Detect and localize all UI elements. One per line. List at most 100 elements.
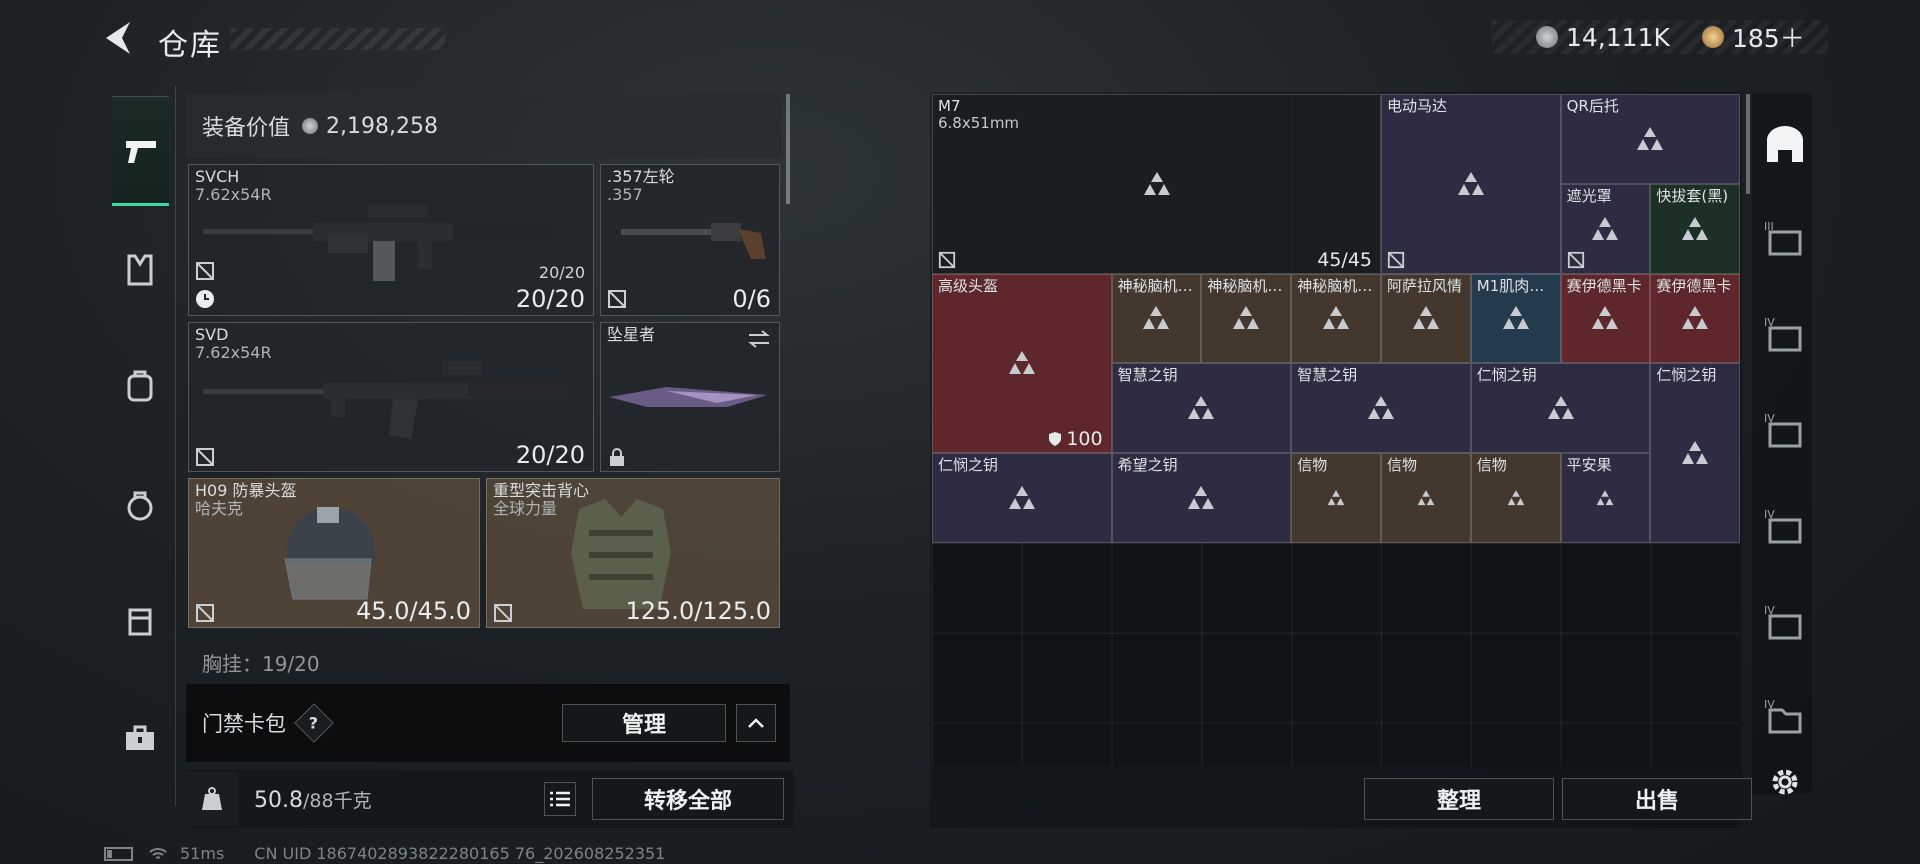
storage-item[interactable]: 希望之钥 (1111, 453, 1292, 543)
collapse-button[interactable] (736, 704, 776, 742)
storage-item[interactable]: 高级头盔 100 (932, 273, 1112, 454)
help-glyph: ? (309, 713, 319, 733)
tier-3-case-icon: III (1764, 220, 1802, 256)
manage-button[interactable]: 管理 (562, 704, 726, 742)
storage-tab-main[interactable] (1758, 116, 1812, 172)
gear-icon (1772, 769, 1798, 795)
storage-item[interactable]: M7 6.8x51mm 45/45 (932, 94, 1381, 274)
item-name: 仁悯之钥 (1476, 366, 1537, 385)
storage-item[interactable]: 神秘脑机… (1201, 273, 1292, 364)
nav-tab-armor[interactable] (112, 242, 168, 298)
tier-4-case-icon: IV (1764, 316, 1802, 352)
storage-item[interactable]: 神秘脑机… (1111, 273, 1202, 364)
item-name: 遮光罩 (1566, 186, 1612, 205)
item-placeholder-icon (1008, 351, 1035, 375)
storage-tab-4b[interactable]: IV (1758, 402, 1812, 458)
armor-rating: 100 (1048, 428, 1103, 450)
weapon-name: SVCH (195, 167, 240, 186)
toolbox-icon (126, 725, 154, 750)
nav-tab-bag[interactable] (112, 478, 168, 534)
unsecured-icon (1567, 251, 1584, 268)
item-name: 高级头盔 (938, 276, 999, 295)
equipment-scrollbar[interactable] (786, 94, 790, 204)
storage-item[interactable]: 信物 (1291, 453, 1381, 543)
swap-icon[interactable] (747, 329, 771, 349)
storage-grid[interactable]: M7 6.8x51mm 45/45 电动马达 QR后托遮光罩 快拔套(黑) 高级头盔 100 神… (932, 94, 1740, 766)
storage-tab-3[interactable]: III (1758, 210, 1812, 266)
nav-tab-toolbox[interactable] (112, 710, 168, 766)
item-placeholder-icon (1327, 490, 1345, 506)
unsecured-icon (196, 604, 214, 622)
item-placeholder-icon (1682, 306, 1709, 330)
storage-tab-4a[interactable]: IV (1758, 306, 1812, 362)
armor-card[interactable]: 重型突击背心 全球力量 125.0/125.0 (486, 478, 780, 628)
storage-item[interactable]: QR后托 (1560, 94, 1740, 184)
storage-item[interactable]: 仁悯之钥 (1650, 363, 1740, 543)
storage-item[interactable]: 仁悯之钥 (932, 453, 1112, 543)
unsecured-icon (196, 448, 214, 466)
storage-item[interactable]: 阿萨拉风情 (1381, 273, 1471, 364)
item-name: 希望之钥 (1117, 456, 1178, 475)
storage-item[interactable]: 仁悯之钥 (1470, 363, 1651, 454)
item-name: 仁悯之钥 (1656, 366, 1717, 385)
primary-weapon-card[interactable]: SVCH 7.62x54R 20/20 20/20 (188, 164, 594, 316)
storage-item[interactable]: 智慧之钥 (1291, 363, 1471, 454)
item-placeholder-icon (1143, 306, 1170, 330)
help-icon[interactable]: ? (294, 703, 334, 743)
helmet-card[interactable]: H09 防暴头盔 哈夫克 45.0/45.0 (188, 478, 480, 628)
storage-item[interactable]: 神秘脑机… (1291, 273, 1381, 364)
item-name: 信物 (1297, 456, 1328, 475)
storage-tab-4e[interactable]: IV (1758, 688, 1812, 744)
uid-text: CN UID 1867402893822280165 76_2026082523… (254, 844, 666, 863)
storage-item[interactable]: 智慧之钥 (1111, 363, 1292, 454)
item-name: 赛伊德黑卡 (1566, 276, 1642, 295)
settings-button[interactable] (1758, 754, 1812, 810)
sell-button[interactable]: 出售 (1562, 778, 1752, 820)
revolver-image (621, 223, 766, 259)
wifi-icon (149, 847, 167, 859)
transfer-all-button[interactable]: 转移全部 (592, 778, 784, 820)
storage-item[interactable]: 赛伊德黑卡 (1650, 273, 1740, 364)
item-placeholder-icon (1547, 396, 1574, 420)
gold-currency[interactable]: 185＋ (1702, 18, 1805, 56)
silver-currency[interactable]: 14,111K (1536, 18, 1670, 56)
silver-coin-icon (302, 118, 319, 134)
case-icon (128, 608, 152, 636)
storage-tab-4d[interactable]: IV (1758, 594, 1812, 650)
item-name: 神秘脑机… (1117, 276, 1193, 295)
storage-item[interactable]: 信物 (1470, 453, 1561, 543)
storage-item[interactable]: 平安果 (1560, 453, 1651, 543)
storage-scrollbar[interactable] (1746, 94, 1750, 194)
equipment-value-amount: 2,198,258 (326, 113, 438, 139)
item-count: 45/45 (1317, 248, 1372, 271)
back-arrow-icon[interactable] (100, 18, 140, 58)
sort-button[interactable]: 整理 (1364, 778, 1554, 820)
storage-item[interactable]: 快拔套(黑) (1650, 183, 1740, 274)
nav-tab-weapons[interactable] (112, 96, 169, 206)
storage-item[interactable]: 赛伊德黑卡 (1560, 273, 1651, 364)
weapon-ammo: 0/6 (732, 285, 771, 313)
item-placeholder-icon (1367, 396, 1394, 420)
list-view-button[interactable] (544, 782, 576, 816)
storage-item[interactable]: 遮光罩 (1560, 183, 1651, 274)
tier-4-case-icon: IV (1764, 508, 1802, 544)
item-name: 神秘脑机… (1297, 276, 1373, 295)
silver-coin-icon (1536, 26, 1558, 48)
riot-helmet-image (284, 507, 375, 600)
item-placeholder-icon (1592, 216, 1619, 240)
weight-display: 50.8/88千克 (254, 786, 372, 813)
secondary-weapon-card[interactable]: SVD 7.62x54R 20/20 (188, 322, 594, 472)
melee-card[interactable]: 坠星者 (600, 322, 780, 472)
armor-durability: 125.0/125.0 (625, 597, 772, 625)
storage-item[interactable]: 信物 (1381, 453, 1471, 543)
melee-name: 坠星者 (607, 325, 656, 344)
nav-tab-container[interactable] (112, 592, 168, 648)
storage-item[interactable]: 电动马达 (1381, 94, 1561, 274)
weight-icon (202, 787, 222, 810)
sidearm-card[interactable]: .357左轮 .357 0/6 (600, 164, 780, 316)
nav-tab-backpack[interactable] (112, 358, 168, 414)
helmet-durability: 45.0/45.0 (356, 597, 471, 625)
storage-item[interactable]: M1肌肉… (1470, 273, 1561, 364)
item-placeholder-icon (1417, 490, 1435, 506)
storage-tab-4c[interactable]: IV (1758, 498, 1812, 554)
